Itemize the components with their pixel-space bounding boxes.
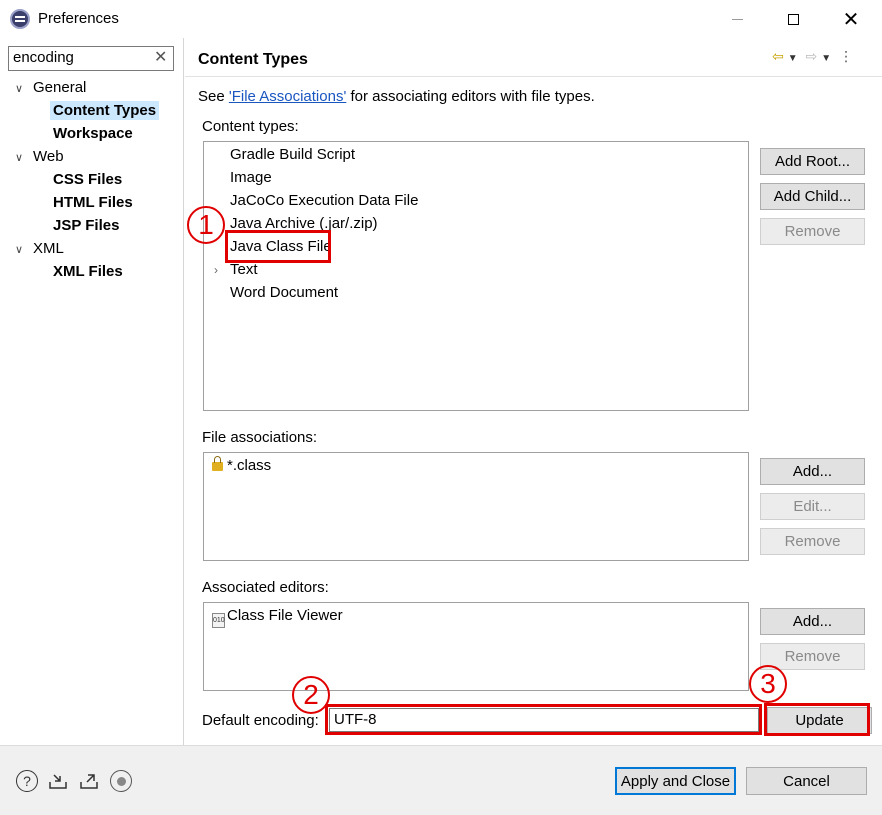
tree-item-html-files[interactable]: HTML Files xyxy=(53,194,133,211)
content-types-tree[interactable]: Gradle Build Script Image JaCoCo Executi… xyxy=(203,141,749,411)
page-navigation: ⇦ ▼ ⇨ ▼ ⋮ xyxy=(772,48,857,65)
content-type-item[interactable]: Text xyxy=(230,261,258,278)
tree-item-xml-files[interactable]: XML Files xyxy=(53,263,123,280)
cancel-button[interactable]: Cancel xyxy=(746,767,867,795)
edit-association-button[interactable]: Edit... xyxy=(760,493,865,520)
tree-item-general[interactable]: General xyxy=(33,79,86,96)
content-types-label: Content types: xyxy=(202,118,299,135)
minimize-icon xyxy=(731,18,743,20)
add-root-button[interactable]: Add Root... xyxy=(760,148,865,175)
content-type-item[interactable]: Word Document xyxy=(230,284,338,301)
clear-filter-icon[interactable]: ✕ xyxy=(154,47,167,67)
content-type-item[interactable]: Gradle Build Script xyxy=(230,146,355,163)
associated-editor-item[interactable]: 010 Class File Viewer xyxy=(212,607,343,628)
record-icon[interactable] xyxy=(110,770,132,792)
tree-item-css-files[interactable]: CSS Files xyxy=(53,171,122,188)
annotation-number-3: 3 xyxy=(749,665,787,703)
annotation-box-encoding xyxy=(325,704,762,735)
content-types-page: Content Types ⇦ ▼ ⇨ ▼ ⋮ See 'File Associat… xyxy=(185,38,882,745)
add-editor-button[interactable]: Add... xyxy=(760,608,865,635)
annotation-box-java-class-file xyxy=(225,230,331,263)
maximize-button[interactable] xyxy=(770,0,816,38)
file-association-item[interactable]: *.class xyxy=(212,456,272,474)
description-suffix: for associating editors with file types. xyxy=(346,88,595,105)
tree-item-web[interactable]: Web xyxy=(33,148,64,165)
expand-general-icon[interactable]: ∨ xyxy=(15,82,23,95)
footer-bar: ? Apply and Close Cancel xyxy=(0,746,882,815)
back-dropdown-icon[interactable]: ▼ xyxy=(788,53,798,64)
file-associations-link[interactable]: 'File Associations' xyxy=(229,88,346,105)
minimize-button[interactable] xyxy=(714,0,760,38)
expand-text-icon[interactable]: › xyxy=(214,263,218,277)
title-bar: Preferences ✕ xyxy=(0,0,882,38)
lock-icon xyxy=(212,456,223,471)
associated-editors-list[interactable]: 010 Class File Viewer xyxy=(203,602,749,691)
back-arrow-icon[interactable]: ⇦ xyxy=(772,48,784,65)
close-icon: ✕ xyxy=(842,8,860,31)
annotation-number-2: 2 xyxy=(292,676,330,714)
tree-item-xml[interactable]: XML xyxy=(33,240,64,257)
close-button[interactable]: ✕ xyxy=(828,0,874,38)
apply-and-close-button[interactable]: Apply and Close xyxy=(615,767,736,795)
add-association-button[interactable]: Add... xyxy=(760,458,865,485)
annotation-number-1: 1 xyxy=(187,206,225,244)
export-icon[interactable] xyxy=(78,770,100,792)
associated-editors-label: Associated editors: xyxy=(202,579,329,596)
page-title: Content Types xyxy=(198,51,308,68)
import-icon[interactable] xyxy=(47,770,69,792)
file-associations-list[interactable]: *.class xyxy=(203,452,749,561)
class-file-icon: 010 xyxy=(212,613,225,628)
expand-xml-icon[interactable]: ∨ xyxy=(15,243,23,256)
default-encoding-label: Default encoding: xyxy=(202,712,319,729)
remove-association-button[interactable]: Remove xyxy=(760,528,865,555)
help-icon[interactable]: ? xyxy=(16,770,38,792)
content-type-item[interactable]: Image xyxy=(230,169,272,186)
tree-item-workspace[interactable]: Workspace xyxy=(53,125,133,142)
header-divider xyxy=(185,76,882,77)
expand-web-icon[interactable]: ∨ xyxy=(15,151,23,164)
associated-editor-label: Class File Viewer xyxy=(227,607,343,624)
maximize-icon xyxy=(787,13,799,25)
tree-item-content-types[interactable]: Content Types xyxy=(50,101,160,120)
remove-content-type-button[interactable]: Remove xyxy=(760,218,865,245)
window-title: Preferences xyxy=(38,10,119,27)
file-association-label: *.class xyxy=(227,457,272,474)
view-menu-icon[interactable]: ⋮ xyxy=(839,48,853,65)
tree-item-jsp-files[interactable]: JSP Files xyxy=(53,217,119,234)
description-prefix: See xyxy=(198,88,229,105)
annotation-box-update xyxy=(764,703,870,736)
preferences-tree-panel: encoding ✕ ∨ General Content Types Works… xyxy=(0,38,184,745)
file-associations-label: File associations: xyxy=(202,429,318,446)
forward-arrow-icon[interactable]: ⇨ xyxy=(806,48,818,65)
eclipse-app-icon xyxy=(10,9,30,29)
description: See 'File Associations' for associating … xyxy=(198,88,595,105)
forward-dropdown-icon[interactable]: ▼ xyxy=(821,53,831,64)
add-child-button[interactable]: Add Child... xyxy=(760,183,865,210)
filter-input[interactable]: encoding xyxy=(8,46,174,71)
content-type-item[interactable]: JaCoCo Execution Data File xyxy=(230,192,418,209)
